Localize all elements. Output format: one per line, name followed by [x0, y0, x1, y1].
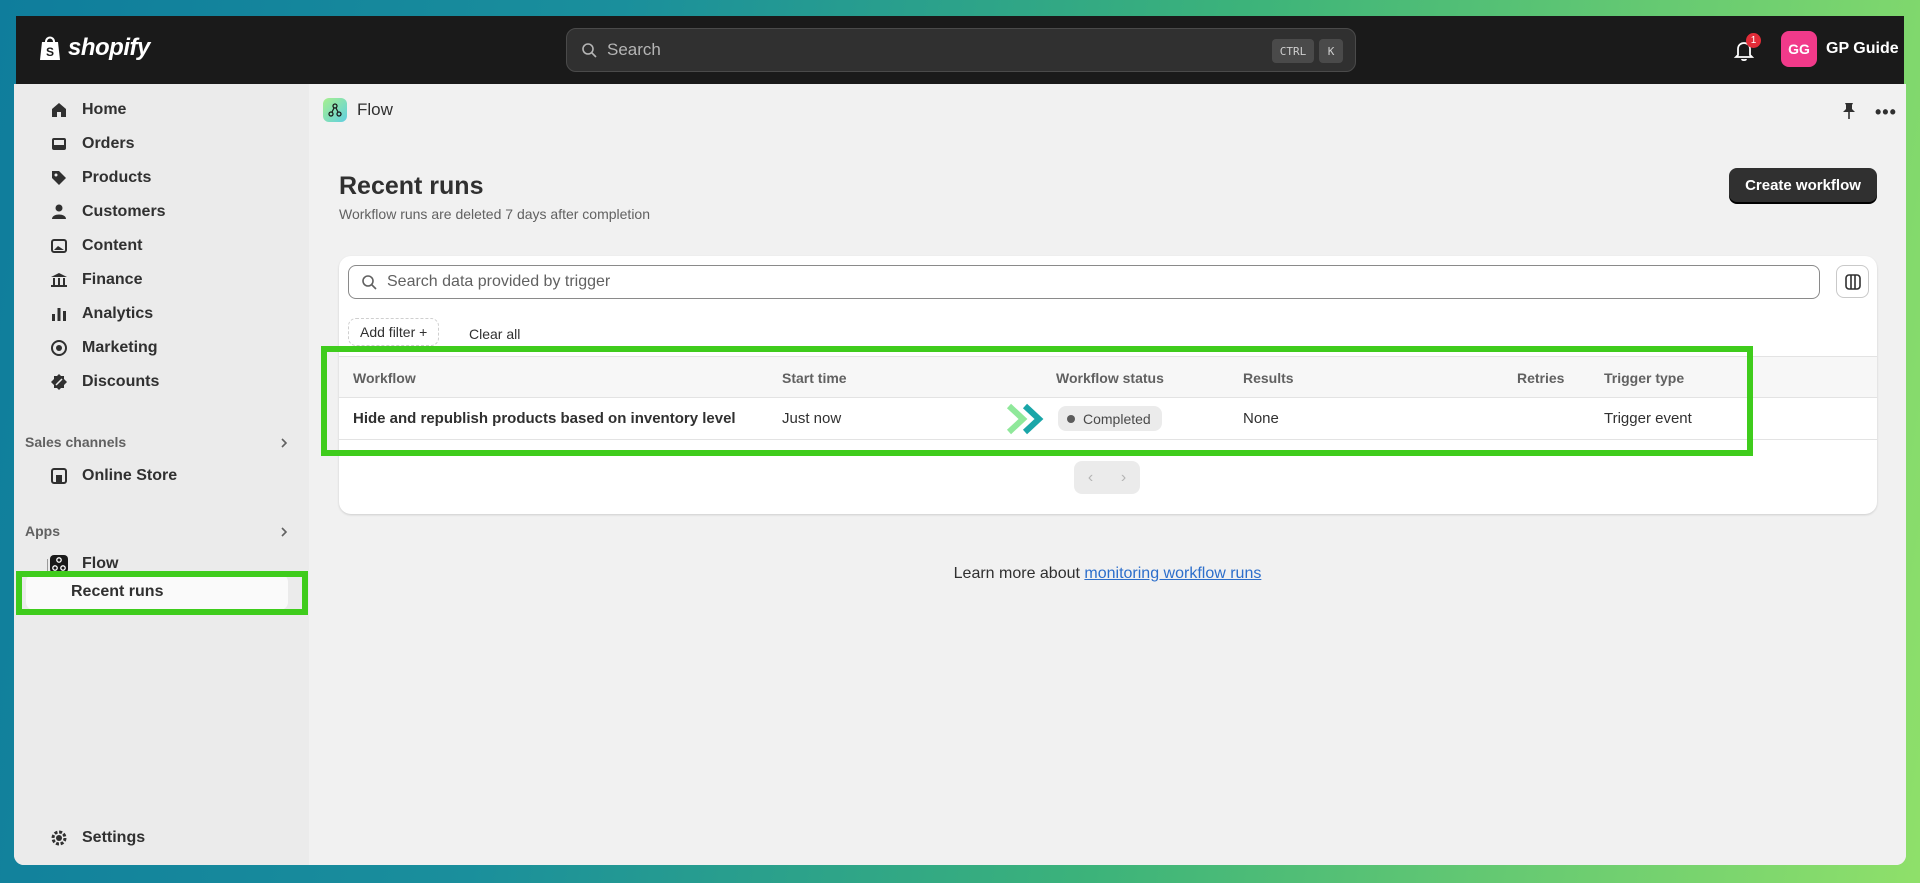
next-page-icon[interactable]: ›: [1121, 469, 1126, 487]
global-search-placeholder: Search: [607, 40, 661, 59]
learn-more-text: Learn more about monitoring workflow run…: [309, 565, 1906, 583]
sidebar-item-label: Products: [82, 169, 152, 186]
sidebar-item-online-store[interactable]: Online Store: [34, 460, 296, 492]
sidebar-item-finance[interactable]: Finance: [34, 264, 296, 296]
sidebar-item-content[interactable]: Content: [34, 230, 296, 262]
sidebar-item-label: Customers: [82, 203, 166, 220]
columns-button[interactable]: [1836, 265, 1869, 298]
highlight-box-table-row: [321, 346, 1753, 456]
notification-badge: 1: [1746, 33, 1761, 48]
app-header: Flow: [323, 98, 393, 122]
columns-icon: [1844, 273, 1861, 290]
add-filter-button[interactable]: Add filter +: [348, 318, 440, 346]
monitoring-workflow-runs-link[interactable]: monitoring workflow runs: [1084, 565, 1261, 582]
sidebar-item-settings[interactable]: Settings: [34, 822, 296, 854]
page-title: Recent runs: [339, 172, 484, 200]
sidebar-item-label: Home: [82, 101, 127, 118]
sidebar-item-customers[interactable]: Customers: [34, 196, 296, 228]
sidebar-item-label: Marketing: [82, 339, 158, 356]
pagination: ‹ ›: [1074, 461, 1140, 494]
admin-frame: Home Orders Products Customers Content F…: [14, 84, 1906, 865]
store-icon: [51, 468, 67, 484]
main-content: Flow ••• Recent runs Workflow runs are d…: [309, 84, 1906, 865]
shortcut-k-key: K: [1319, 39, 1343, 63]
create-workflow-button[interactable]: Create workflow: [1729, 168, 1877, 202]
sidebar-item-discounts[interactable]: Discounts: [34, 366, 296, 398]
trigger-search-input[interactable]: Search data provided by trigger: [348, 265, 1820, 299]
top-bar: S shopify Search CTRL K 1 GG GP Guide: [16, 16, 1904, 84]
previous-page-icon[interactable]: ‹: [1088, 469, 1093, 487]
sidebar-item-label: Online Store: [82, 467, 178, 484]
global-search-input[interactable]: Search CTRL K: [566, 28, 1356, 72]
page-subtitle: Workflow runs are deleted 7 days after c…: [339, 206, 651, 222]
sidebar: Home Orders Products Customers Content F…: [14, 84, 309, 865]
search-icon: [582, 43, 597, 58]
sidebar-item-marketing[interactable]: Marketing: [34, 332, 296, 364]
account-name[interactable]: GP Guide: [1826, 40, 1899, 58]
sidebar-item-orders[interactable]: Orders: [34, 128, 296, 160]
gear-icon: [51, 830, 67, 846]
sidebar-item-label: Orders: [82, 135, 135, 152]
home-icon: [52, 103, 66, 117]
chevron-right-icon[interactable]: [278, 437, 290, 449]
target-icon: [51, 340, 67, 356]
shopify-logo[interactable]: S shopify: [38, 34, 150, 62]
pin-icon[interactable]: [1841, 102, 1857, 120]
svg-text:S: S: [46, 45, 54, 59]
sidebar-item-analytics[interactable]: Analytics: [34, 298, 296, 330]
sidebar-item-label: Content: [82, 237, 143, 254]
shopify-bag-icon: S: [40, 36, 60, 60]
discount-icon: [51, 374, 67, 390]
bar-chart-icon: [52, 308, 66, 321]
more-actions-icon[interactable]: •••: [1875, 102, 1897, 123]
sidebar-item-label: Finance: [82, 271, 143, 288]
app-name: Flow: [357, 100, 393, 119]
chevron-right-icon[interactable]: [278, 526, 290, 538]
clear-all-button[interactable]: Clear all: [469, 326, 520, 342]
sidebar-item-home[interactable]: Home: [34, 94, 296, 126]
sidebar-item-label: Discounts: [82, 373, 160, 390]
tag-icon: [52, 171, 66, 185]
image-icon: [51, 239, 67, 253]
flow-app-icon: [323, 98, 347, 122]
brand-name: shopify: [68, 34, 150, 61]
trigger-search-placeholder: Search data provided by trigger: [387, 273, 611, 290]
sidebar-item-products[interactable]: Products: [34, 162, 296, 194]
sidebar-item-label: Analytics: [82, 305, 154, 322]
inbox-icon: [52, 138, 66, 150]
search-icon: [362, 275, 377, 290]
person-icon: [52, 204, 66, 219]
bank-icon: [51, 273, 67, 287]
sales-channels-heading[interactable]: Sales channels: [25, 434, 126, 450]
shortcut-ctrl-key: CTRL: [1272, 39, 1314, 63]
sidebar-item-label: Settings: [82, 829, 146, 846]
learn-more-prefix: Learn more about: [953, 565, 1085, 582]
apps-heading[interactable]: Apps: [25, 523, 60, 539]
highlight-box-sidebar: [16, 571, 308, 615]
avatar[interactable]: GG: [1781, 31, 1817, 67]
